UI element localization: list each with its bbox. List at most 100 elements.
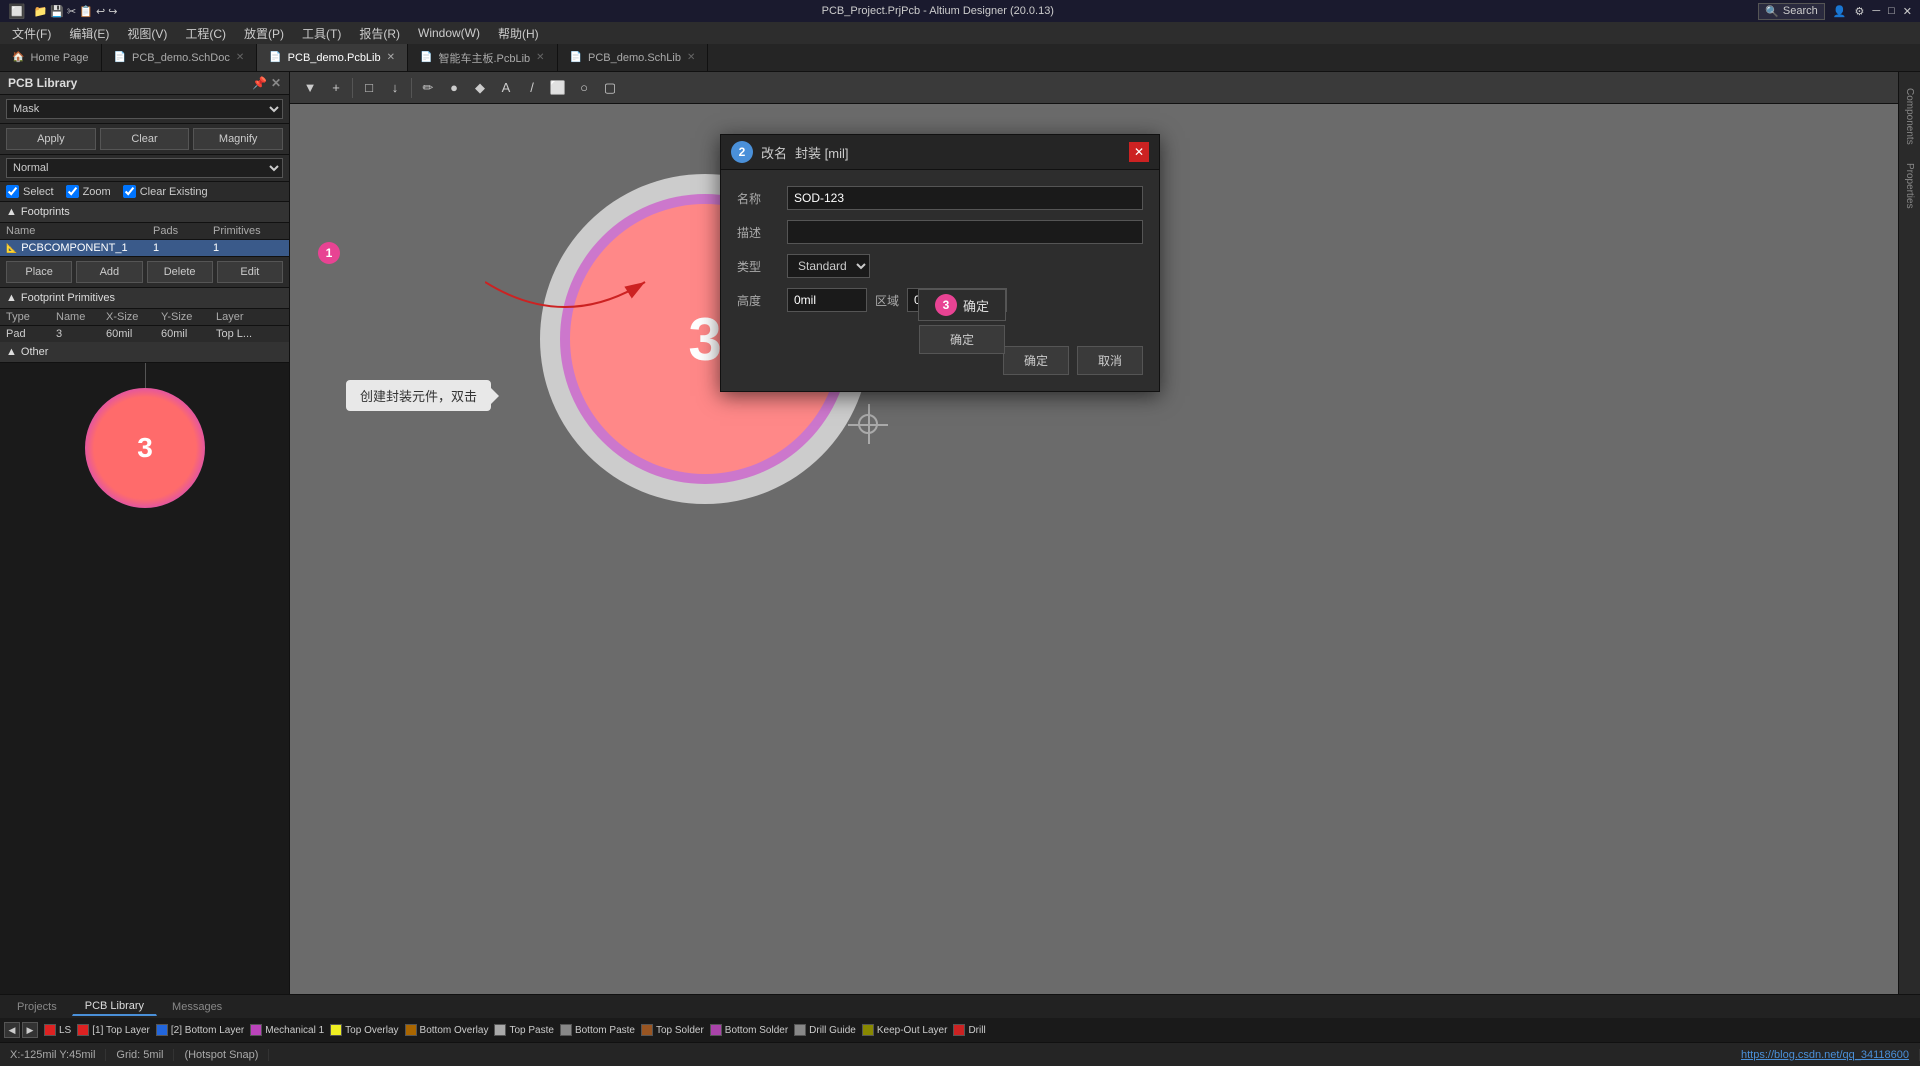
- zoom-checkbox[interactable]: [66, 185, 79, 198]
- layer-next[interactable]: ▶: [22, 1022, 38, 1038]
- modal-name-input[interactable]: [787, 186, 1143, 210]
- modal-cancel-button[interactable]: 取消: [1077, 346, 1143, 375]
- toolbar-poly[interactable]: ⬜: [546, 76, 570, 100]
- sidebar-tab-components[interactable]: Components: [1900, 80, 1919, 153]
- layer-top-solder[interactable]: Top Solder: [641, 1024, 704, 1036]
- tab-pcbLib[interactable]: 📄 PCB_demo.PcbLib ✕: [257, 44, 408, 71]
- layer-label-keepout: Keep-Out Layer: [877, 1025, 948, 1036]
- layer-drill[interactable]: Drill: [953, 1024, 985, 1036]
- toolbar-arc[interactable]: ○: [572, 76, 596, 100]
- layer-mech1[interactable]: Mechanical 1: [250, 1024, 324, 1036]
- layer-top-overlay[interactable]: Top Overlay: [330, 1024, 398, 1036]
- menu-reports[interactable]: 报告(R): [351, 23, 408, 44]
- close-btn[interactable]: ✕: [1903, 5, 1912, 18]
- layer-bottom-overlay[interactable]: Bottom Overlay: [405, 1024, 489, 1036]
- magnify-button[interactable]: Magnify: [193, 128, 283, 150]
- delete-button[interactable]: Delete: [147, 261, 213, 283]
- tab-pcb-library[interactable]: PCB Library: [72, 997, 157, 1016]
- layer-bottom-solder[interactable]: Bottom Solder: [710, 1024, 788, 1036]
- maximize-btn[interactable]: □: [1888, 5, 1895, 18]
- mask-select[interactable]: Mask: [6, 99, 283, 119]
- layer-keepout[interactable]: Keep-Out Layer: [862, 1024, 948, 1036]
- window-controls[interactable]: 👤 ⚙ ─ □ ✕: [1833, 5, 1912, 18]
- layer-bottom[interactable]: [2] Bottom Layer: [156, 1024, 244, 1036]
- clear-button[interactable]: Clear: [100, 128, 190, 150]
- zoom-checkbox-label[interactable]: Zoom: [66, 185, 111, 198]
- modal-height-input[interactable]: [787, 288, 867, 312]
- confirm-ok-button[interactable]: 确定: [919, 325, 1005, 354]
- toolbar-rect[interactable]: □: [357, 76, 381, 100]
- right-area: ▼ + □ ↓ ✏ ● ◆ A / ⬜ ○ ▢ 3: [290, 72, 1898, 994]
- tab-close-schLib[interactable]: ✕: [687, 52, 695, 63]
- collapse-icon3: ▲: [6, 346, 17, 358]
- layer-ls[interactable]: LS: [44, 1024, 71, 1036]
- tab-messages[interactable]: Messages: [159, 998, 235, 1016]
- select-checkbox[interactable]: [6, 185, 19, 198]
- layer-color-top-paste: [494, 1024, 506, 1036]
- toolbar-diamond[interactable]: ◆: [468, 76, 492, 100]
- primitive-row-0[interactable]: Pad 3 60mil 60mil Top L...: [0, 326, 289, 342]
- layer-prev[interactable]: ◀: [4, 1022, 20, 1038]
- layer-top-paste[interactable]: Top Paste: [494, 1024, 553, 1036]
- normal-row: Normal: [0, 155, 289, 182]
- toolbar-export[interactable]: ↓: [383, 76, 407, 100]
- tab-projects[interactable]: Projects: [4, 998, 70, 1016]
- toolbar-box[interactable]: ▢: [598, 76, 622, 100]
- clear-existing-checkbox-label[interactable]: Clear Existing: [123, 185, 208, 198]
- modal-ok-button[interactable]: 确定: [1003, 346, 1069, 375]
- layer-drill-guide[interactable]: Drill Guide: [794, 1024, 856, 1036]
- modal-type-select[interactable]: Standard: [787, 254, 870, 278]
- toolbar-filter[interactable]: ▼: [298, 76, 322, 100]
- menu-edit[interactable]: 编辑(E): [61, 23, 117, 44]
- layer-nav[interactable]: ◀ ▶: [4, 1022, 38, 1038]
- tab-close-smartCar[interactable]: ✕: [536, 52, 544, 63]
- menu-project[interactable]: 工程(C): [177, 23, 234, 44]
- pin-icon[interactable]: 📌: [252, 76, 267, 90]
- modal-height-label: 高度: [737, 292, 787, 309]
- menu-tools[interactable]: 工具(T): [294, 23, 349, 44]
- search-box[interactable]: 🔍 Search: [1758, 3, 1825, 20]
- modal-close-button[interactable]: ✕: [1129, 142, 1149, 162]
- panel-hide-btn[interactable]: ✕: [271, 76, 281, 90]
- layer-top[interactable]: [1] Top Layer: [77, 1024, 150, 1036]
- sidebar-tab-properties[interactable]: Properties: [1900, 155, 1919, 217]
- tab-close-schDoc[interactable]: ✕: [236, 52, 244, 63]
- menu-place[interactable]: 放置(P): [236, 23, 292, 44]
- canvas-area: 3 1 创建封装元件，双击: [290, 104, 1898, 994]
- menu-file[interactable]: 文件(F): [4, 23, 59, 44]
- normal-select[interactable]: Normal: [6, 158, 283, 178]
- panel-controls[interactable]: 📌 ✕: [252, 76, 281, 90]
- layer-bottom-paste[interactable]: Bottom Paste: [560, 1024, 635, 1036]
- toolbar-text[interactable]: A: [494, 76, 518, 100]
- confirm-bubble: 3 确定: [918, 289, 1006, 321]
- place-button[interactable]: Place: [6, 261, 72, 283]
- checkbox-row: Select Zoom Clear Existing: [0, 182, 289, 202]
- edit-button[interactable]: Edit: [217, 261, 283, 283]
- toolbar-circle[interactable]: ●: [442, 76, 466, 100]
- minimize-btn[interactable]: ─: [1872, 5, 1880, 18]
- status-grid: Grid: 5mil: [106, 1049, 174, 1061]
- menu-window[interactable]: Window(W): [410, 24, 488, 42]
- layer-label-bottom-paste: Bottom Paste: [575, 1025, 635, 1036]
- menu-help[interactable]: 帮助(H): [490, 23, 547, 44]
- modal-area-label: 区域: [875, 292, 899, 309]
- layer-color-keepout: [862, 1024, 874, 1036]
- toolbar-line[interactable]: /: [520, 76, 544, 100]
- tab-smartCar[interactable]: 📄 智能车主板.PcbLib ✕: [408, 44, 558, 71]
- doc-icon4: 📄: [570, 52, 582, 63]
- menu-view[interactable]: 视图(V): [119, 23, 175, 44]
- tab-schDoc[interactable]: 📄 PCB_demo.SchDoc ✕: [102, 44, 258, 71]
- apply-button[interactable]: Apply: [6, 128, 96, 150]
- tab-close-pcbLib[interactable]: ✕: [387, 52, 395, 63]
- footprint-row-0[interactable]: 📐 PCBCOMPONENT_1 1 1: [0, 240, 289, 256]
- modal-desc-input[interactable]: [787, 220, 1143, 244]
- tab-schLib[interactable]: 📄 PCB_demo.SchLib ✕: [558, 44, 709, 71]
- add-button[interactable]: Add: [76, 261, 142, 283]
- modal-subtitle: 封装 [mil]: [795, 143, 848, 162]
- toolbar-pencil[interactable]: ✏: [416, 76, 440, 100]
- clear-existing-checkbox[interactable]: [123, 185, 136, 198]
- select-checkbox-label[interactable]: Select: [6, 185, 54, 198]
- tab-home[interactable]: 🏠 Home Page: [0, 44, 102, 71]
- toolbar-add[interactable]: +: [324, 76, 348, 100]
- btn-row: Apply Clear Magnify: [0, 124, 289, 155]
